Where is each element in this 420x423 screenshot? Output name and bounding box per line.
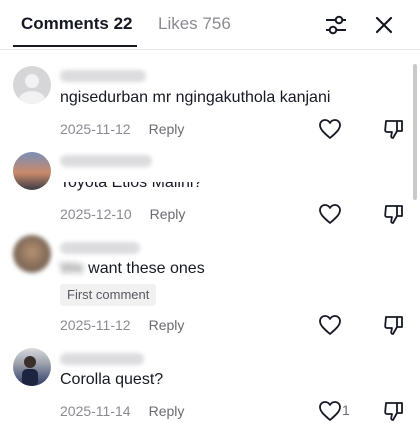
reply-button[interactable]: Reply: [150, 206, 186, 222]
username-blurred[interactable]: [60, 242, 140, 254]
username-blurred[interactable]: [60, 353, 144, 365]
comment-text: Toyota Etios Malini?: [60, 174, 203, 191]
comment-meta: 2025-12-10 Reply: [60, 206, 185, 222]
comment-date: 2025-11-14: [60, 403, 131, 419]
comment-meta: 2025-11-12 Reply: [60, 317, 184, 333]
first-comment-badge: First comment: [60, 284, 157, 306]
comment-text: ngisedurban mr ngingakuthola kanjani: [60, 89, 331, 106]
comments-header: Comments 22 Likes 756: [0, 0, 420, 50]
username-blurred[interactable]: [60, 70, 146, 82]
default-avatar[interactable]: [13, 66, 51, 104]
dislike-icon[interactable]: [382, 313, 406, 337]
tab-comments[interactable]: Comments 22: [21, 14, 132, 34]
sunset-avatar[interactable]: [13, 152, 51, 190]
scrollbar[interactable]: [413, 64, 417, 200]
reply-button[interactable]: Reply: [149, 121, 185, 137]
username-blurred[interactable]: [60, 155, 152, 167]
comment-item: Toyota Etios Malini? 2025-12-10 Reply: [0, 149, 410, 234]
comment-text: Corolla quest?: [60, 371, 164, 388]
comment-item: ngisedurban mr ngingakuthola kanjani 202…: [0, 64, 410, 149]
filter-sliders-icon[interactable]: [323, 12, 349, 38]
comment-text-blurred: We: [60, 260, 84, 277]
person-avatar[interactable]: [13, 348, 51, 386]
comment-text-visible: want these ones: [88, 260, 205, 277]
heart-icon[interactable]: [318, 118, 342, 140]
reply-button[interactable]: Reply: [149, 403, 185, 419]
dislike-icon[interactable]: [382, 202, 406, 226]
comment-date: 2025-11-12: [60, 317, 131, 333]
blurred-avatar[interactable]: [13, 235, 51, 273]
comment-meta: 2025-11-14 Reply: [60, 403, 184, 419]
comment-item: We want these ones First comment 2025-11…: [0, 234, 410, 344]
active-tab-indicator: [13, 45, 137, 47]
heart-icon[interactable]: [318, 400, 342, 422]
comment-date: 2025-12-10: [60, 206, 132, 222]
comment-text: We want these ones: [60, 260, 205, 278]
dislike-icon[interactable]: [382, 399, 406, 423]
reply-button[interactable]: Reply: [149, 317, 185, 333]
tab-likes[interactable]: Likes 756: [158, 14, 231, 34]
heart-icon[interactable]: [318, 314, 342, 336]
dislike-icon[interactable]: [382, 117, 406, 141]
comment-item: Corolla quest? 2025-11-14 Reply 1: [0, 344, 410, 423]
comment-meta: 2025-11-12 Reply: [60, 121, 184, 137]
heart-icon[interactable]: [318, 203, 342, 225]
comment-date: 2025-11-12: [60, 121, 131, 137]
like-count: 1: [342, 402, 350, 418]
close-x-icon[interactable]: [371, 12, 397, 38]
